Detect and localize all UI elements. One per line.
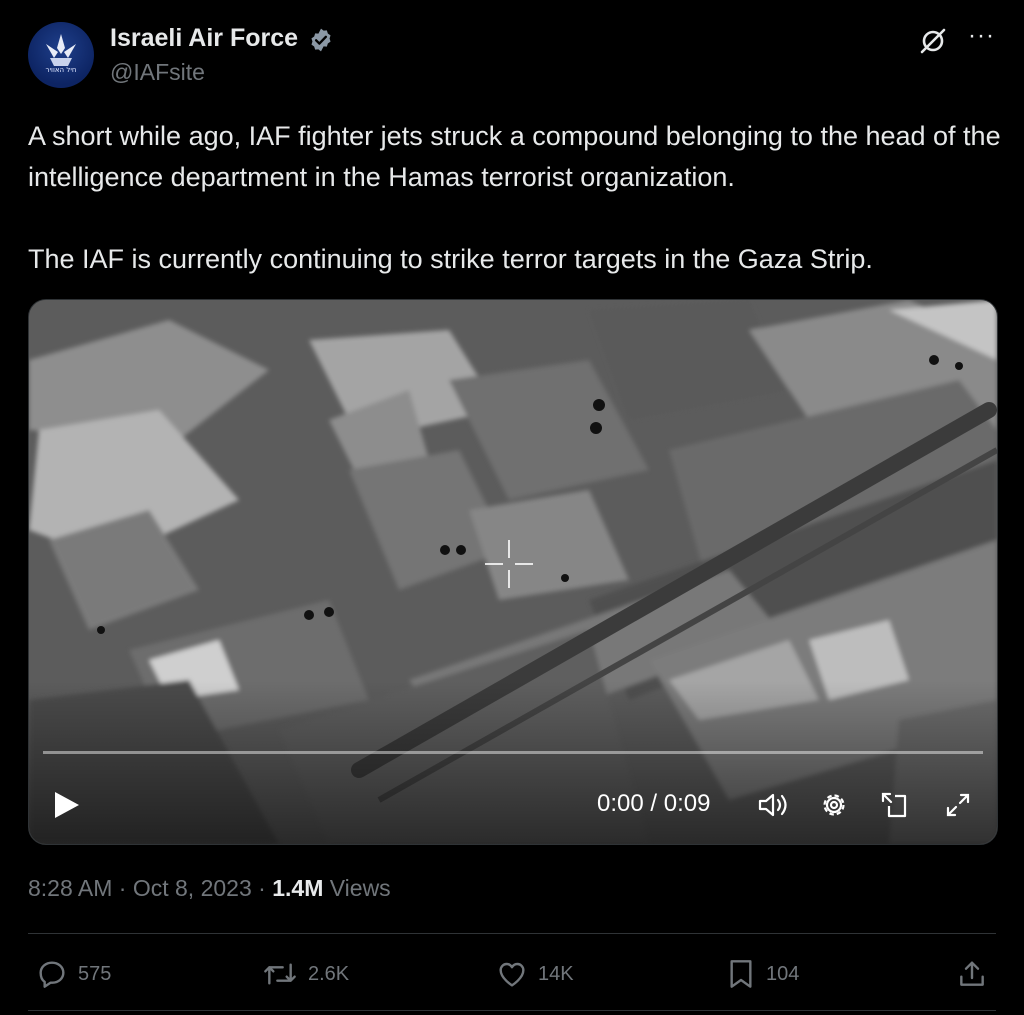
avatar-caption: חיל האוויר — [45, 66, 77, 74]
more-icon[interactable]: ··· — [968, 22, 995, 50]
picture-in-picture-icon[interactable] — [879, 790, 911, 820]
reply-count: 575 — [78, 962, 112, 985]
divider — [28, 933, 996, 934]
repost-icon — [264, 963, 296, 985]
video-time: 0:00 / 0:09 — [597, 790, 711, 817]
post-time[interactable]: 8:28 AM — [28, 875, 112, 901]
volume-icon[interactable] — [757, 790, 791, 820]
fullscreen-icon[interactable] — [943, 790, 973, 820]
share-button[interactable] — [956, 958, 988, 990]
meta-separator: · — [258, 875, 266, 901]
video-frame — [29, 300, 997, 844]
verified-icon[interactable] — [308, 27, 334, 53]
like-button[interactable]: 14K — [496, 958, 574, 990]
settings-icon[interactable] — [819, 790, 849, 820]
bookmark-count: 104 — [766, 962, 800, 985]
video-player[interactable]: 0:00 / 0:09 — [28, 299, 998, 845]
reply-button[interactable]: 575 — [36, 958, 111, 990]
post-text: A short while ago, IAF fighter jets stru… — [28, 121, 1001, 274]
bookmark-icon — [730, 960, 752, 988]
author-name[interactable]: Israeli Air Force — [110, 24, 298, 53]
share-icon — [960, 961, 984, 986]
repost-count: 2.6K — [308, 962, 350, 985]
repost-button[interactable]: 2.6K — [262, 958, 349, 990]
views-count: 1.4M — [272, 875, 324, 901]
like-icon — [499, 962, 525, 987]
bottom-divider — [28, 1010, 996, 1011]
reply-icon — [39, 961, 65, 988]
post-date[interactable]: Oct 8, 2023 — [133, 875, 252, 901]
avatar[interactable]: חיל האוויר — [28, 22, 94, 88]
like-count: 14K — [538, 962, 574, 985]
meta-separator: · — [118, 875, 127, 901]
bookmark-button[interactable]: 104 — [726, 958, 799, 990]
play-icon[interactable] — [53, 790, 81, 820]
iaf-logo-icon — [46, 34, 76, 66]
author-handle[interactable]: @IAFsite — [110, 59, 205, 86]
video-progress-bar[interactable] — [43, 751, 983, 754]
post-meta: 8:28 AM · Oct 8, 2023 · 1.4M Views — [28, 875, 391, 902]
grok-icon[interactable] — [918, 26, 948, 56]
views-label: Views — [329, 875, 391, 901]
